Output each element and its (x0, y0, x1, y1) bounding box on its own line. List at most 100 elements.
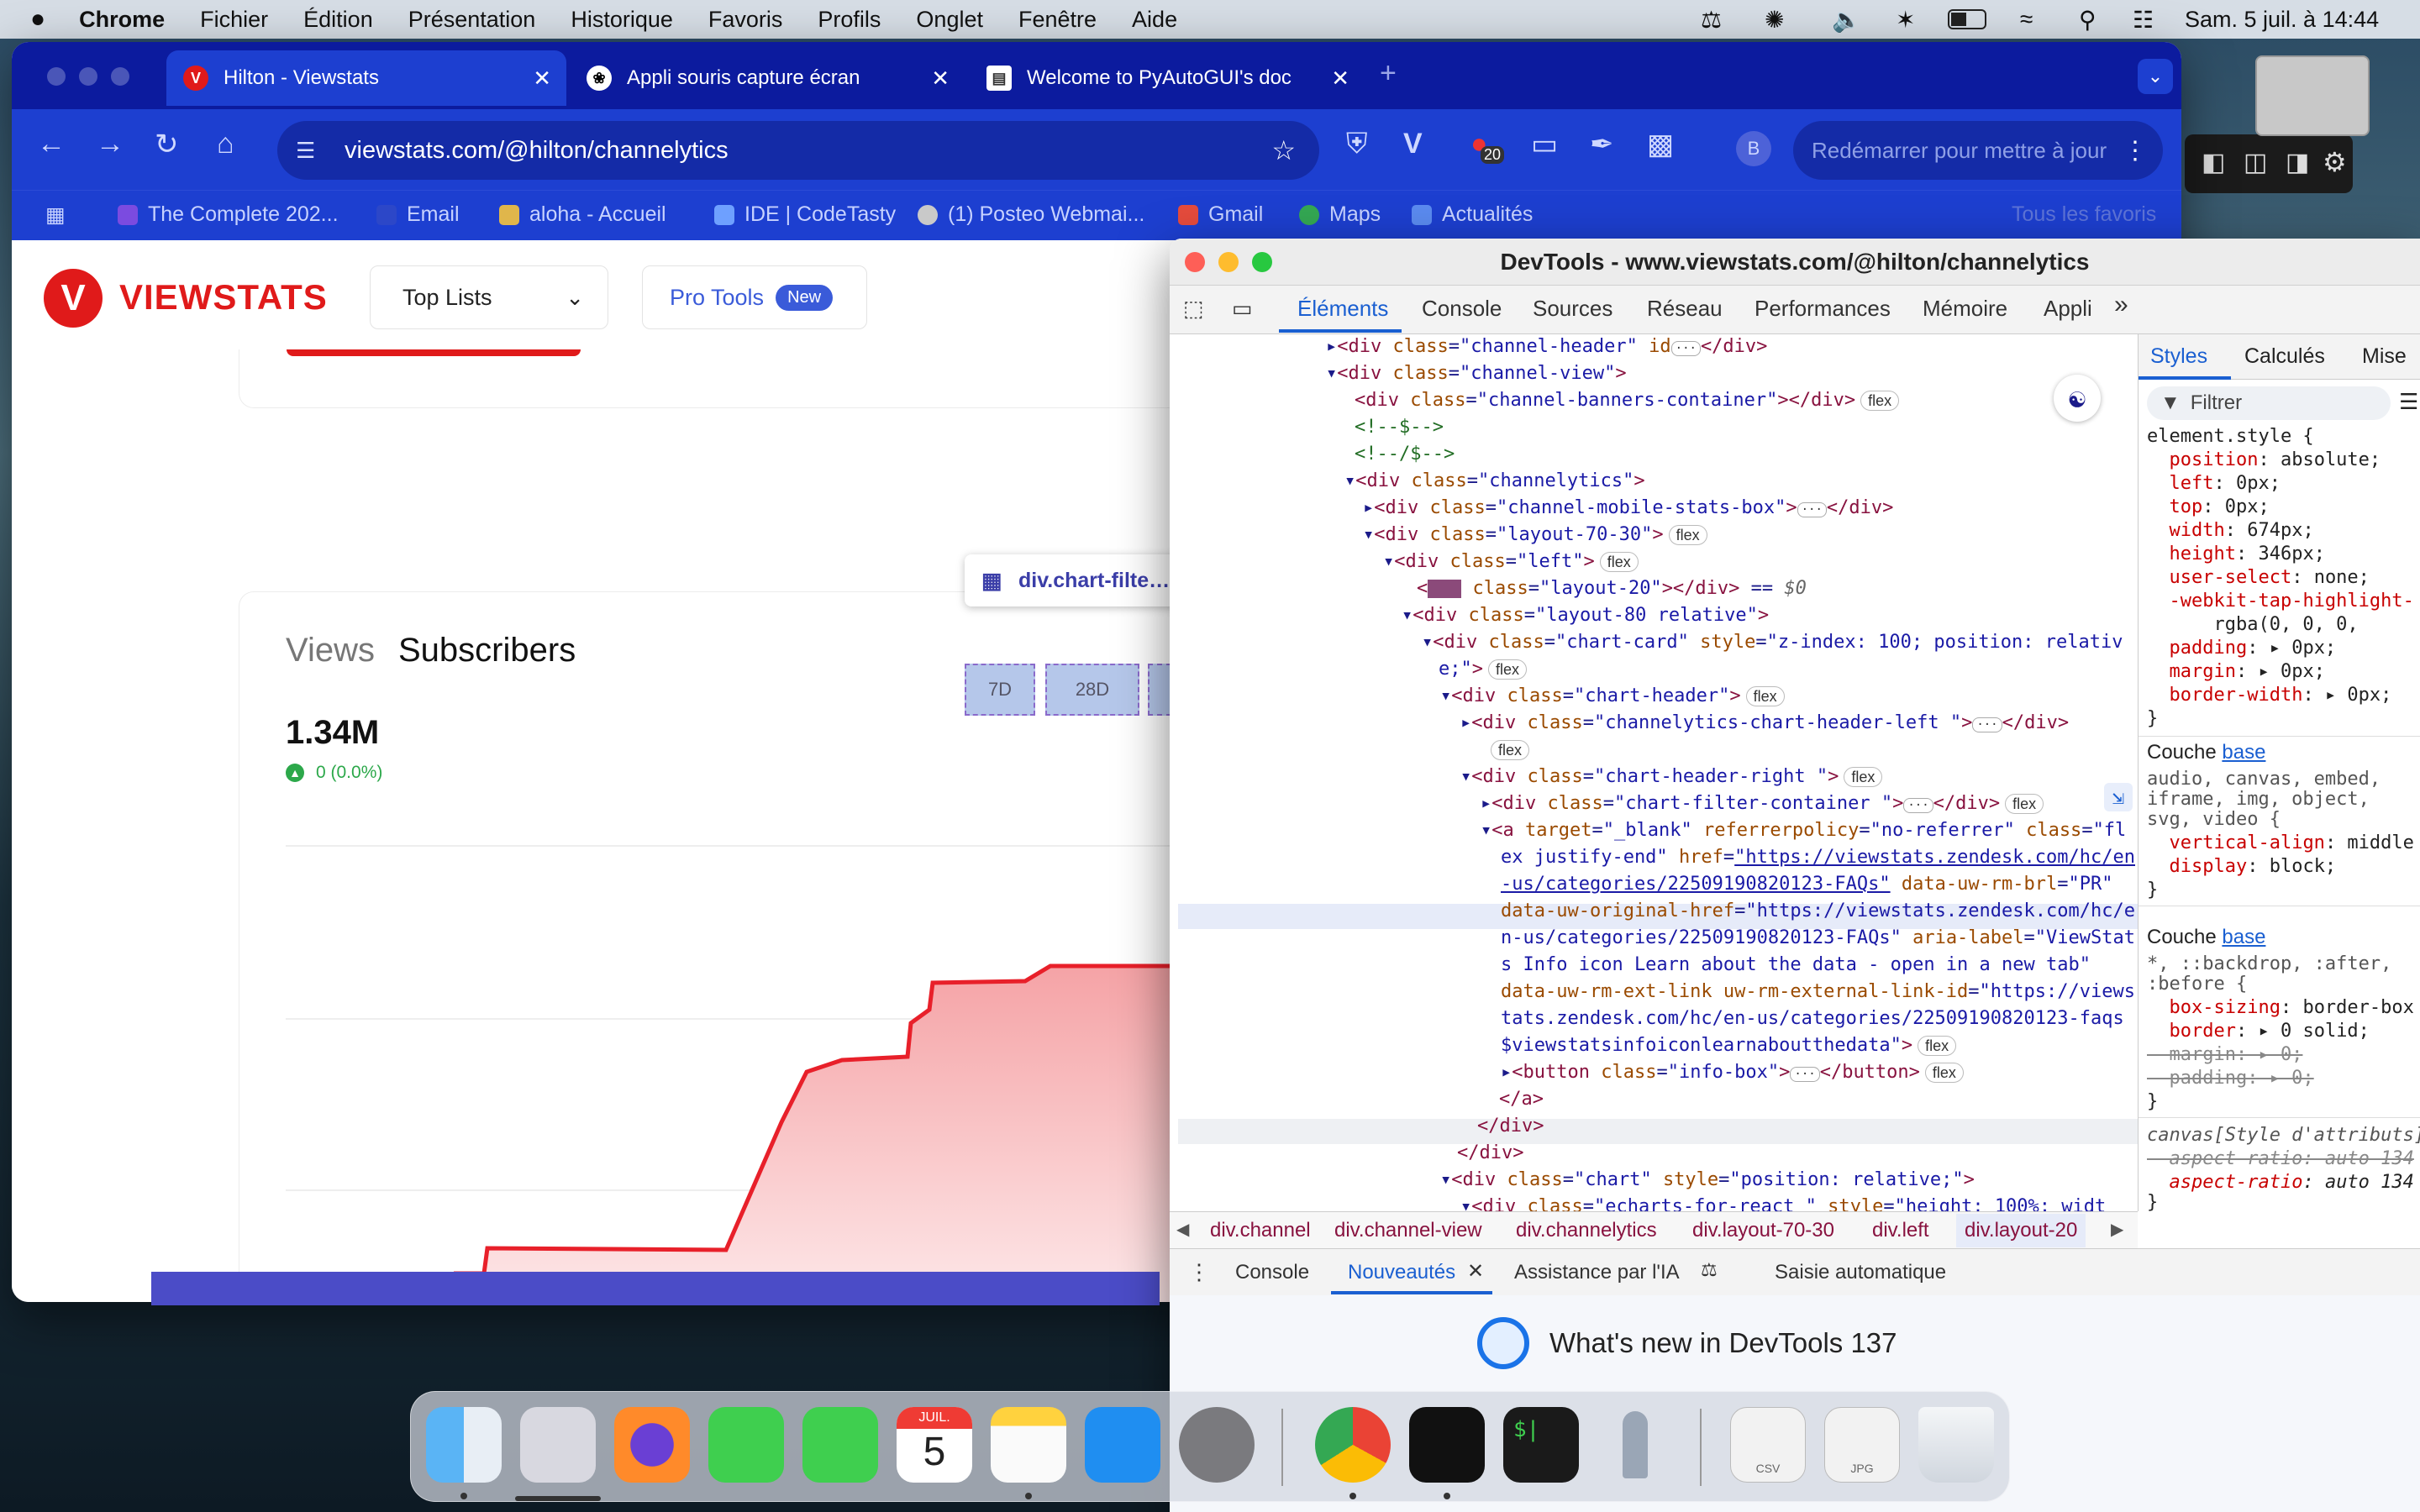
dom-node[interactable]: ▾<div class="left"> flex (1383, 549, 1639, 575)
panel-right-icon[interactable]: ◨ (2286, 148, 2309, 177)
style-declaration[interactable]: left: 0px; (2147, 472, 2281, 496)
settings-icon[interactable]: ⚙ (2323, 146, 2347, 178)
style-rule-selector[interactable]: svg, video { (2147, 808, 2281, 832)
dom-node[interactable]: ▾<div class="chart-header-right "> flex (1460, 764, 1883, 790)
close-tab-icon[interactable]: ✕ (533, 66, 551, 92)
apps-grid-icon[interactable]: ▦ (45, 202, 66, 228)
dom-node-cont[interactable]: data-uw-rm-ext-link uw-rm-external-link-… (1501, 979, 2135, 1005)
tab-network[interactable]: Réseau (1647, 296, 1723, 322)
dom-node[interactable]: ▾<div class="layout-70-30"> flex (1363, 522, 1707, 548)
shield-extension-icon[interactable]: ⛨ (1346, 128, 1368, 160)
restart-update-button[interactable]: Redémarrer pour mettre à jour ⋮ (1793, 121, 2163, 180)
filter-28d-button[interactable]: 28D (1045, 664, 1139, 716)
dom-node-cont[interactable]: tats.zendesk.com/hc/en-us/categories/225… (1501, 1006, 2124, 1032)
close-window-button[interactable] (47, 67, 66, 86)
menu-onglet[interactable]: Onglet (916, 7, 983, 33)
drive-desktop-icon[interactable] (2255, 55, 2370, 136)
tab-computed[interactable]: Calculés (2244, 344, 2325, 369)
close-tab-icon[interactable]: ✕ (931, 66, 950, 92)
style-declaration[interactable]: user-select: none; (2147, 566, 2370, 590)
system-settings-icon[interactable] (1179, 1407, 1255, 1483)
top-lists-dropdown[interactable]: Top Lists ⌄ (370, 265, 608, 329)
chrome-icon[interactable] (1315, 1407, 1391, 1483)
close-tab-icon[interactable]: ✕ (1331, 66, 1349, 92)
style-declaration[interactable]: rgba(0, 0, 0, (2147, 613, 2358, 637)
forward-arrow-icon[interactable]: → (96, 128, 124, 160)
scroll-right-icon[interactable]: ▶ (2111, 1219, 2123, 1240)
profile-avatar[interactable]: B (1736, 131, 1771, 166)
wifi-icon[interactable]: ≈ (2020, 6, 2033, 33)
minimize-window-button[interactable] (79, 67, 97, 86)
dom-node-cont[interactable]: -us/categories/22509190820123-FAQs" data… (1501, 872, 2113, 897)
rocket-app-icon[interactable] (1597, 1407, 1673, 1483)
bookmark-gmail[interactable]: Gmail (1178, 202, 1263, 227)
more-tabs-icon[interactable]: » (2114, 291, 2128, 319)
style-rule-selector[interactable]: :before { (2147, 973, 2247, 996)
bookmark-maps[interactable]: Maps (1299, 202, 1381, 227)
bookmark-star-icon[interactable]: ☆ (1271, 134, 1296, 166)
scroll-into-view-icon[interactable]: ⇲ (2104, 783, 2133, 811)
style-declaration[interactable]: aspect-ratio: auto 134 (2147, 1171, 2414, 1194)
dom-node[interactable]: ▾<div class="chart-card" style="z-index:… (1422, 630, 2123, 655)
device-toolbar-icon[interactable]: ▭ (1232, 296, 1253, 322)
control-center-icon[interactable]: ☷ (2133, 6, 2154, 34)
style-rule-selector[interactable]: element.style { (2147, 425, 2314, 449)
dom-node[interactable]: ▾<div class="channel-view"> (1326, 361, 1627, 386)
jpg-file-icon[interactable]: JPG (1824, 1407, 1900, 1483)
style-declaration[interactable]: display: block; (2147, 855, 2337, 879)
panel-left-icon[interactable]: ◧ (2202, 148, 2225, 177)
style-rule-selector[interactable]: canvas[Style d'attributs] (2147, 1124, 2420, 1147)
tab-search-chevron-icon[interactable]: ⌄ (2138, 59, 2173, 94)
minimize-window-button[interactable] (1218, 252, 1239, 272)
bookmark-email[interactable]: Email (376, 202, 460, 227)
viewstats-logo-text[interactable]: VIEWSTATS (119, 277, 328, 318)
tab-styles[interactable]: Styles (2150, 344, 2207, 369)
dom-node[interactable]: ▸<div class="channelytics-chart-header-l… (1460, 711, 2069, 736)
apple-icon[interactable]: ● (30, 5, 45, 34)
pointer-icon[interactable]: ✺ (1765, 6, 1784, 34)
menu-app-name[interactable]: Chrome (79, 7, 165, 33)
maximize-window-button[interactable] (111, 67, 129, 86)
style-declaration[interactable]: border: ▸ 0 solid; (2147, 1020, 2370, 1043)
layer-base-link[interactable]: base (2222, 741, 2265, 764)
back-arrow-icon[interactable]: ← (37, 128, 66, 160)
dom-node[interactable]: </div> (1477, 1114, 1544, 1139)
dom-comment[interactable]: <!--/$--> (1355, 442, 1455, 467)
app-store-icon[interactable] (1085, 1407, 1160, 1483)
address-bar[interactable]: ☰ viewstats.com/@hilton/channelytics ☆ (277, 121, 1319, 180)
styles-filter-input[interactable]: ▼ Filtrer (2147, 386, 2391, 420)
style-declaration[interactable]: top: 0px; (2147, 496, 2270, 519)
drawer-tab-ai-assistance[interactable]: Assistance par l'IA (1514, 1261, 1680, 1284)
style-declaration[interactable]: height: 346px; (2147, 543, 2325, 566)
finder-icon[interactable] (426, 1407, 502, 1483)
home-icon[interactable]: ⌂ (217, 128, 234, 160)
tab-views[interactable]: Views (286, 632, 375, 669)
launchpad-icon[interactable] (520, 1407, 596, 1483)
dom-comment[interactable]: <!--$--> (1355, 415, 1444, 440)
terminal-icon[interactable]: $| (1503, 1407, 1579, 1483)
messages-icon[interactable] (708, 1407, 784, 1483)
scroll-left-icon[interactable]: ◀ (1176, 1219, 1189, 1240)
breadcrumb-item[interactable]: div.channel-view (1334, 1219, 1482, 1242)
notes-icon[interactable] (991, 1407, 1066, 1483)
pro-tools-button[interactable]: Pro Tools New (642, 265, 867, 329)
menu-fenetre[interactable]: Fenêtre (1018, 7, 1097, 33)
dom-node-selected[interactable]: < class="layout-20"></div> == $0 (1417, 576, 1807, 601)
style-declaration[interactable]: padding: ▸ 0px; (2147, 637, 2337, 660)
facetime-icon[interactable] (802, 1407, 878, 1483)
dom-node[interactable]: ▾<div class="layout-80 relative"> (1402, 603, 1769, 628)
bookmark-codetasty[interactable]: IDE | CodeTasty (714, 202, 896, 227)
style-declaration-overridden[interactable]: aspect-ratio: auto 134 (2147, 1147, 2413, 1171)
eyedropper-icon[interactable]: ✒ (1590, 128, 1614, 161)
breadcrumb-item[interactable]: div.channelytics (1516, 1219, 1657, 1242)
tab-performance[interactable]: Performances (1754, 296, 1891, 322)
dom-node[interactable]: ▸<div class="channel-header" id ··· </div> (1326, 334, 1767, 360)
new-tab-button[interactable]: + (1380, 57, 1397, 90)
trash-icon[interactable] (1918, 1407, 1994, 1483)
drawer-tab-autofill[interactable]: Saisie automatique (1775, 1261, 1946, 1284)
style-declaration[interactable]: position: absolute; (2147, 449, 2381, 472)
style-declaration-overridden[interactable]: margin: ▸ 0; (2147, 1043, 2302, 1067)
filter-7d-button[interactable]: 7D (965, 664, 1035, 716)
dom-node-cont[interactable]: ex justify-end" href="https://viewstats.… (1501, 845, 2135, 870)
dom-node-cont[interactable]: $viewstatsinfoiconlearnaboutthedata"> fle… (1501, 1033, 1957, 1058)
